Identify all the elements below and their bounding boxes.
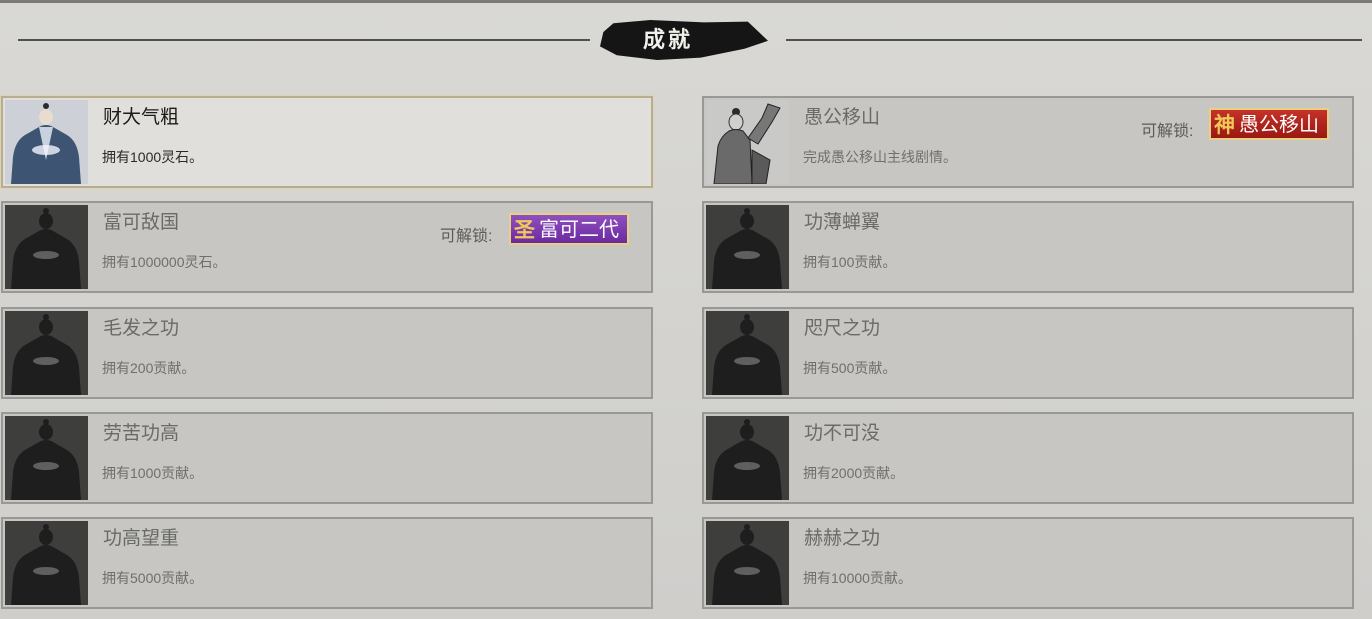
elder-portrait [706,100,789,184]
achievement-title: 愚公移山 [804,107,881,128]
reward-title-badge[interactable]: 神 愚公移山 [1209,108,1329,140]
achievement-title: 赫赫之功 [804,528,881,549]
unlock-label: 可解锁: [440,228,493,245]
achievement-card-lao-ku-gong-gao[interactable]: 劳苦功高 拥有1000贡献。 [1,412,653,504]
achievement-desc: 拥有1000000灵石。 [102,254,227,270]
robed-figure-portrait [5,100,88,184]
unlock-label: 可解锁: [1141,123,1194,140]
reward-title-text: 愚公移山 [1239,114,1319,136]
achievement-desc: 完成愚公移山主线剧情。 [803,149,957,165]
achievement-card-gong-bao-chan-yi[interactable]: 功薄蝉翼 拥有100贡献。 [702,201,1354,293]
achievement-title: 毛发之功 [103,318,180,339]
achievement-desc: 拥有10000贡献。 [803,570,912,586]
robed-figure-portrait [5,416,88,500]
header-divider-left [18,39,590,41]
achievement-card-zhi-chi-zhi-gong[interactable]: 咫尺之功 拥有500贡献。 [702,307,1354,399]
achievement-desc: 拥有5000贡献。 [102,570,204,586]
achievement-title: 咫尺之功 [804,318,881,339]
achievement-card-he-he-zhi-gong[interactable]: 赫赫之功 拥有10000贡献。 [702,517,1354,609]
achievement-card-gong-bu-ke-mo[interactable]: 功不可没 拥有2000贡献。 [702,412,1354,504]
divine-rank-glyph: 神 [1214,112,1235,137]
reward-title-badge[interactable]: 圣 富可二代 [509,213,629,245]
page-title: 成就 [642,27,693,53]
achievement-desc: 拥有1000灵石。 [102,149,204,165]
achievement-desc: 拥有200贡献。 [102,360,196,376]
achievement-title: 功不可没 [804,423,881,444]
robed-figure-portrait [5,205,88,289]
achievement-card-yu-gong-yi-shan[interactable]: 愚公移山 完成愚公移山主线剧情。 可解锁: 神 愚公移山 [702,96,1354,188]
achievement-desc: 拥有100贡献。 [803,254,897,270]
achievement-title: 富可敌国 [103,212,180,233]
achievement-card-fu-ke-di-guo[interactable]: 富可敌国 拥有1000000灵石。 可解锁: 圣 富可二代 [1,201,653,293]
robed-figure-portrait [706,311,789,395]
robed-figure-portrait [706,205,789,289]
achievement-desc: 拥有2000贡献。 [803,465,905,481]
achievement-card-gong-gao-wang-zhong[interactable]: 功高望重 拥有5000贡献。 [1,517,653,609]
saint-rank-glyph: 圣 [514,217,535,242]
achievement-desc: 拥有500贡献。 [803,360,897,376]
robed-figure-portrait [5,311,88,395]
achievement-card-mao-fa-zhi-gong[interactable]: 毛发之功 拥有200贡献。 [1,307,653,399]
robed-figure-portrait [5,521,88,605]
achievement-desc: 拥有1000贡献。 [102,465,204,481]
achievement-title: 劳苦功高 [103,423,180,444]
achievement-title: 功高望重 [103,528,180,549]
achievement-card-cai-da-qi-cu[interactable]: 财大气粗 拥有1000灵石。 [1,96,653,188]
achievement-title: 功薄蝉翼 [804,212,881,233]
robed-figure-portrait [706,521,789,605]
header-divider-right [786,39,1362,41]
reward-title-text: 富可二代 [539,219,619,241]
achievement-title: 财大气粗 [103,107,180,128]
top-frame-edge [0,0,1372,3]
robed-figure-portrait [706,416,789,500]
